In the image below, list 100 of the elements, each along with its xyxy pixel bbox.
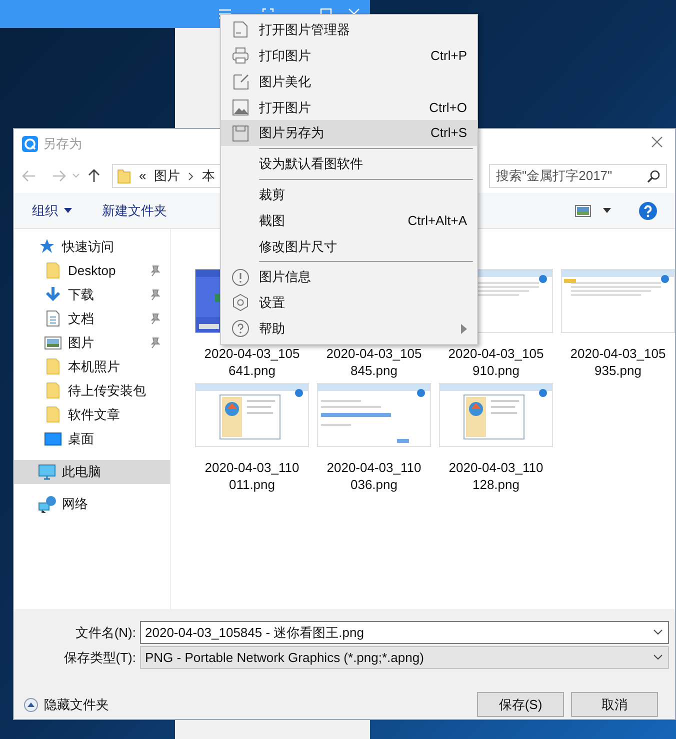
sidebar-item[interactable]: 待上传安装包 — [14, 379, 170, 403]
file-name-label[interactable]: 2020-04-03_105 845.png — [326, 345, 422, 379]
picture-folder-icon — [44, 334, 62, 352]
menu-item[interactable]: 帮助 — [221, 316, 477, 342]
menu-item[interactable]: 截图 Ctrl+Alt+A — [221, 208, 477, 234]
menu-label: 图片信息 — [259, 268, 311, 286]
shortcut-label: Ctrl+Alt+A — [408, 212, 467, 230]
menu-label: 打印图片 — [259, 46, 311, 65]
save-button[interactable]: 保存(S) — [477, 692, 564, 717]
sidebar-label: 本机照片 — [68, 358, 120, 376]
sidebar-item[interactable]: 桌面 — [14, 427, 170, 451]
menu-item[interactable]: 打开图片管理器 — [221, 17, 477, 43]
file-type-dropdown[interactable]: PNG - Portable Network Graphics (*.png;*.apng) — [140, 646, 669, 669]
sidebar-label: Desktop — [68, 262, 116, 280]
menu-item[interactable]: 修改图片尺寸 — [221, 233, 477, 260]
app-icon — [22, 136, 38, 152]
menu-item[interactable]: 打开图片 Ctrl+O — [221, 94, 477, 120]
folder-icon — [44, 262, 62, 280]
close-icon[interactable] — [651, 136, 663, 148]
computer-icon — [38, 463, 56, 481]
star-icon — [38, 238, 56, 256]
sidebar-label: 图片 — [68, 334, 94, 352]
download-arrow-icon — [44, 286, 62, 304]
sidebar-label: 软件文章 — [68, 406, 120, 424]
dialog-title: 另存为 — [43, 135, 82, 154]
menu-item[interactable]: 图片另存为 Ctrl+S — [221, 120, 477, 146]
menu-label: 图片另存为 — [259, 124, 324, 142]
shortcut-label: Ctrl+O — [429, 98, 467, 117]
network-icon — [38, 495, 56, 513]
menu-item[interactable]: 设置 — [221, 290, 477, 316]
file-name-label[interactable]: 2020-04-03_105 910.png — [448, 345, 544, 379]
up-icon[interactable] — [88, 169, 100, 183]
document-icon — [231, 20, 250, 40]
sidebar-item[interactable]: 下载 — [14, 283, 170, 307]
sidebar-item[interactable]: 此电脑 — [14, 460, 170, 484]
sidebar-item[interactable]: 文档 — [14, 307, 170, 331]
sidebar-label: 下载 — [68, 286, 94, 304]
organize-button[interactable]: 组织 — [32, 200, 72, 220]
view-icon[interactable] — [575, 204, 591, 216]
chevron-icon — [188, 172, 194, 180]
menu-label: 图片美化 — [259, 72, 311, 91]
shortcut-label: Ctrl+P — [430, 46, 467, 65]
sidebar-item[interactable]: 快速访问 — [14, 235, 170, 259]
breadcrumb-item[interactable]: 图片 — [154, 166, 180, 186]
folder-icon — [117, 168, 131, 184]
chevron-down-icon[interactable] — [653, 654, 663, 660]
menu-label: 设置 — [259, 294, 285, 312]
breadcrumb-item[interactable]: 本 — [202, 166, 216, 186]
search-field[interactable]: 搜索"金属打字2017" — [489, 164, 667, 188]
menu-label: 修改图片尺寸 — [259, 238, 337, 256]
printer-icon — [231, 46, 250, 66]
file-name-label[interactable]: 2020-04-03_110 011.png — [204, 459, 300, 493]
menu-label: 帮助 — [259, 320, 285, 338]
sidebar-item[interactable]: 软件文章 — [14, 403, 170, 427]
menu-label: 裁剪 — [259, 186, 285, 204]
document-icon — [44, 310, 62, 328]
menu-item[interactable]: 裁剪 — [221, 182, 477, 208]
menu-item[interactable]: 打印图片 Ctrl+P — [221, 42, 477, 69]
desktop-icon — [44, 430, 62, 448]
sidebar-item[interactable]: 图片 — [14, 331, 170, 355]
menu-item[interactable]: 设为默认看图软件 — [221, 150, 477, 177]
field-label: 文件名(N): — [74, 624, 136, 642]
menu-label: 打开图片管理器 — [259, 21, 350, 40]
sidebar-label: 待上传安装包 — [68, 382, 146, 400]
hide-folders-button[interactable]: 隐藏文件夹 — [24, 695, 109, 714]
sidebar-label: 快速访问 — [62, 238, 114, 256]
overflow-chevron[interactable]: « — [139, 166, 146, 186]
dropdown-icon[interactable] — [603, 208, 611, 213]
caret-icon — [64, 208, 72, 213]
help-icon[interactable] — [639, 202, 657, 220]
sidebar-item[interactable]: Desktop — [14, 259, 170, 283]
file-name-label[interactable]: 2020-04-03_110 128.png — [448, 459, 544, 493]
menu-item[interactable]: 图片信息 — [221, 264, 477, 290]
folder-icon — [44, 382, 62, 400]
edit-icon — [231, 72, 250, 91]
sidebar-label: 桌面 — [68, 430, 94, 448]
cancel-button[interactable]: 取消 — [571, 692, 658, 717]
image-icon — [231, 98, 250, 117]
menu-label: 截图 — [259, 212, 285, 230]
info-icon — [231, 268, 250, 287]
menu-item[interactable]: 图片美化 — [221, 68, 477, 94]
menu-label: 设为默认看图软件 — [259, 155, 363, 174]
folder-icon — [44, 358, 62, 376]
sidebar-item[interactable]: 网络 — [14, 492, 170, 516]
sidebar-item[interactable]: 本机照片 — [14, 355, 170, 379]
file-name-label[interactable]: 2020-04-03_110 036.png — [326, 459, 422, 493]
file-name-label[interactable]: 2020-04-03_105 935.png — [570, 345, 666, 379]
file-name-label[interactable]: 2020-04-03_105 641.png — [204, 345, 300, 379]
field-label: 保存类型(T): — [62, 648, 136, 667]
folder-icon — [44, 406, 62, 424]
file-name-field[interactable]: 2020-04-03_105845 - 迷你看图王.png — [140, 621, 669, 644]
sidebar-label: 文档 — [68, 310, 94, 328]
search-icon — [647, 170, 660, 182]
sidebar-label: 网络 — [62, 495, 88, 514]
new-folder-button[interactable]: 新建文件夹 — [102, 200, 167, 220]
settings-icon — [231, 293, 250, 312]
shortcut-label: Ctrl+S — [430, 124, 467, 142]
menu-label: 打开图片 — [259, 98, 311, 117]
chevron-down-icon[interactable] — [653, 629, 663, 635]
sidebar-label: 此电脑 — [62, 463, 101, 482]
